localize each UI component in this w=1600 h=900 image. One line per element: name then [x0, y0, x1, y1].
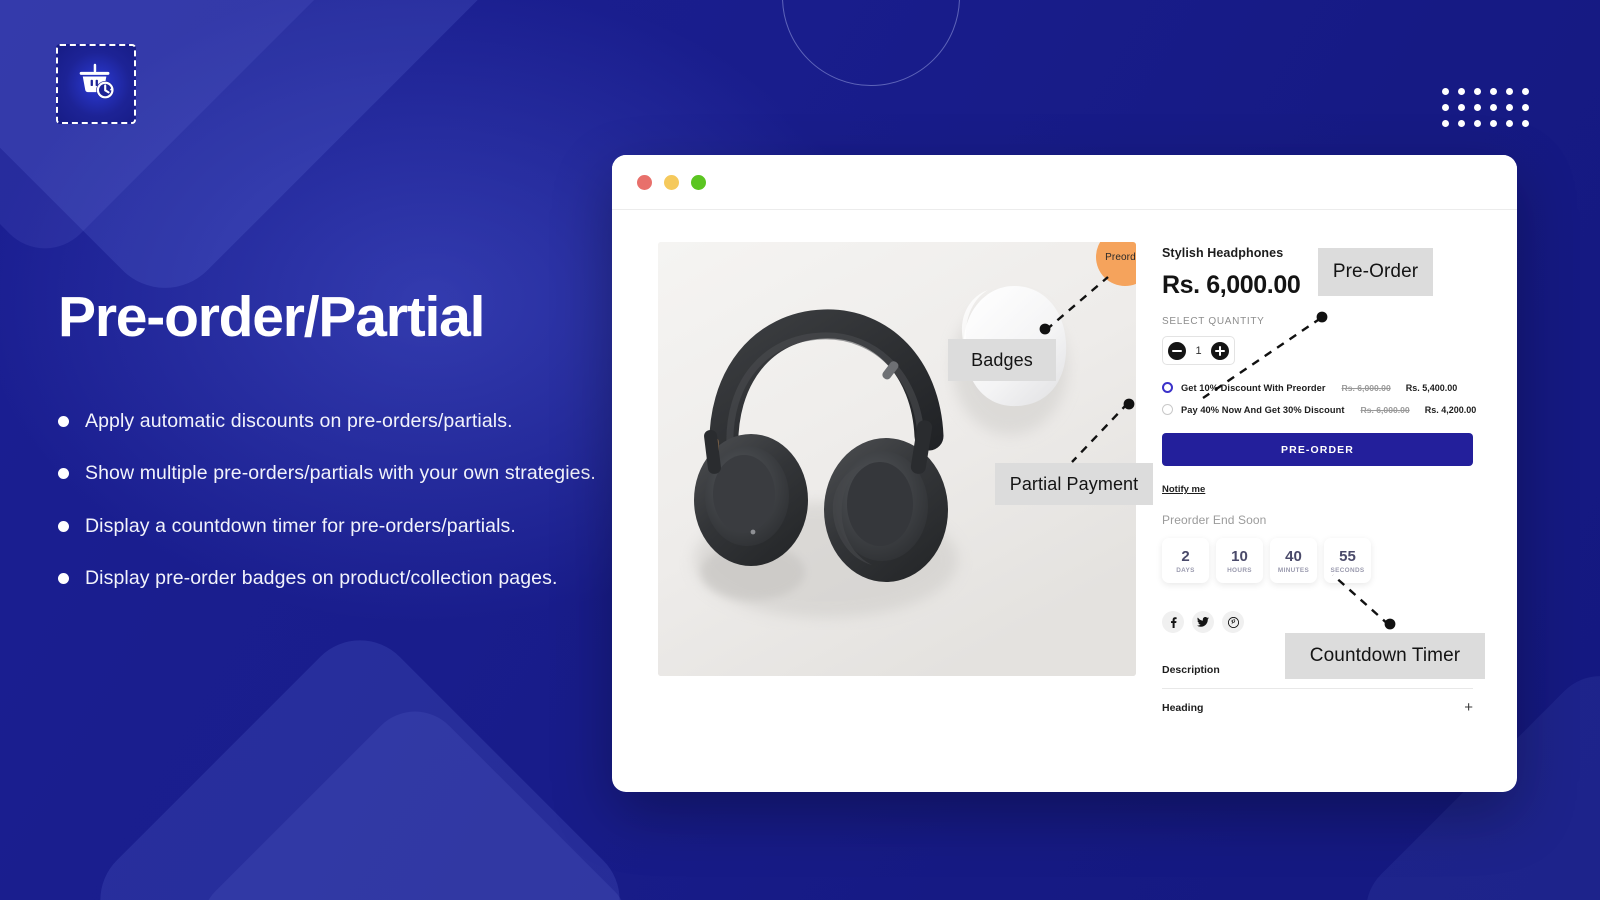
decorative-dot: [1490, 104, 1497, 111]
preorder-options: Get 10% Discount With Preorder Rs. 6,000.…: [1162, 382, 1495, 415]
app-logo: [56, 44, 136, 124]
decorative-dot: [1522, 104, 1529, 111]
decorative-dot: [1490, 88, 1497, 95]
decorative-dot: [1522, 88, 1529, 95]
decorative-dot: [1458, 104, 1465, 111]
option-new-price: Rs. 4,200.00: [1424, 404, 1477, 415]
bullet-dot-icon: [58, 520, 69, 532]
accordion-label: Description: [1162, 663, 1220, 676]
accordion-label: Heading: [1162, 701, 1204, 714]
countdown-value: 2: [1181, 547, 1190, 565]
countdown-unit: HOURS: [1227, 566, 1252, 574]
countdown-title: Preorder End Soon: [1162, 513, 1267, 527]
countdown-value: 55: [1339, 547, 1356, 565]
decorative-dot: [1442, 88, 1449, 95]
minimize-yellow-light[interactable]: [664, 174, 679, 190]
countdown-cell: 10 HOURS: [1216, 538, 1263, 583]
accordion-row[interactable]: Heading +: [1162, 688, 1473, 726]
countdown-cell: 40 MINUTES: [1270, 538, 1317, 583]
radio-icon[interactable]: [1162, 382, 1173, 393]
decorative-dot: [1490, 120, 1497, 127]
decorative-dot: [1474, 88, 1481, 95]
preorder-option-row[interactable]: Pay 40% Now And Get 30% Discount Rs. 6,00…: [1162, 404, 1495, 415]
feature-list-item: Display a countdown timer for pre-orders…: [58, 513, 678, 539]
feature-text: Show multiple pre-orders/partials with y…: [85, 462, 596, 485]
countdown-unit: MINUTES: [1277, 566, 1310, 574]
decorative-circle-outline: [782, 0, 960, 86]
feature-text: Display a countdown timer for pre-orders…: [85, 514, 516, 537]
callout-partial-payment: Partial Payment: [995, 463, 1153, 505]
decorative-dot: [1506, 104, 1513, 111]
headphones-photo: [658, 242, 1136, 676]
maximize-green-light[interactable]: [691, 174, 706, 190]
option-old-price: Rs. 6,000.00: [1360, 404, 1410, 415]
page-title: Pre-order/Partial: [58, 285, 485, 349]
decorative-dot: [1458, 88, 1465, 95]
facebook-icon[interactable]: [1162, 611, 1184, 633]
countdown-cell: 55 SECONDS: [1324, 538, 1371, 583]
quantity-value: 1: [1195, 344, 1202, 357]
feature-list-item: Apply automatic discounts on pre-orders/…: [58, 408, 678, 434]
callout-pre-order: Pre-Order: [1318, 248, 1433, 296]
preorder-option-row[interactable]: Get 10% Discount With Preorder Rs. 6,000.…: [1162, 382, 1495, 393]
bullet-dot-icon: [58, 468, 69, 480]
feature-text: Display pre-order badges on product/coll…: [85, 566, 558, 589]
countdown-value: 40: [1285, 547, 1302, 565]
quantity-decrement-icon[interactable]: [1168, 341, 1186, 360]
countdown-unit: DAYS: [1176, 566, 1195, 574]
countdown-unit: SECONDS: [1330, 566, 1365, 574]
feature-list: Apply automatic discounts on pre-orders/…: [58, 408, 678, 617]
decorative-dot: [1458, 120, 1465, 127]
option-old-price: Rs. 6,000.00: [1341, 382, 1391, 393]
countdown-cell: 2 DAYS: [1162, 538, 1209, 583]
notify-me-link[interactable]: Notify me: [1162, 484, 1205, 495]
feature-list-item: Display pre-order badges on product/coll…: [58, 565, 678, 591]
decorative-dot: [1506, 120, 1513, 127]
basket-clock-icon: [73, 59, 119, 110]
preorder-button[interactable]: PRE-ORDER: [1162, 433, 1473, 466]
quantity-increment-icon[interactable]: [1211, 341, 1229, 360]
option-label: Get 10% Discount With Preorder: [1181, 382, 1326, 393]
bullet-dot-icon: [58, 416, 69, 427]
twitter-icon[interactable]: [1192, 611, 1214, 633]
feature-list-item: Show multiple pre-orders/partials with y…: [58, 460, 678, 486]
option-new-price: Rs. 5,400.00: [1405, 382, 1458, 393]
close-red-light[interactable]: [637, 174, 652, 190]
radio-icon[interactable]: [1162, 404, 1173, 415]
plus-icon[interactable]: +: [1464, 699, 1473, 716]
decorative-dot: [1474, 104, 1481, 111]
browser-titlebar: [612, 155, 1517, 210]
decorative-dot: [1522, 120, 1529, 127]
countdown-value: 10: [1231, 547, 1248, 565]
feature-text: Apply automatic discounts on pre-orders/…: [85, 410, 513, 432]
decorative-dot: [1474, 120, 1481, 127]
quantity-stepper[interactable]: 1: [1162, 336, 1235, 365]
decorative-dot-grid: [1442, 88, 1538, 136]
social-share-buttons: [1162, 611, 1495, 633]
decorative-dot: [1442, 120, 1449, 127]
decorative-dot: [1506, 88, 1513, 95]
quantity-label: SELECT QUANTITY: [1162, 316, 1265, 327]
pinterest-icon[interactable]: [1222, 611, 1244, 633]
bullet-dot-icon: [58, 572, 69, 584]
countdown-timer: 2 DAYS 10 HOURS 40 MINUTES 55 SECONDS: [1162, 538, 1495, 583]
option-label: Pay 40% Now And Get 30% Discount: [1181, 404, 1345, 415]
callout-countdown-timer: Countdown Timer: [1285, 633, 1485, 679]
product-image[interactable]: Preorder: [658, 242, 1136, 676]
decorative-dot: [1442, 104, 1449, 111]
callout-badges: Badges: [948, 339, 1056, 381]
